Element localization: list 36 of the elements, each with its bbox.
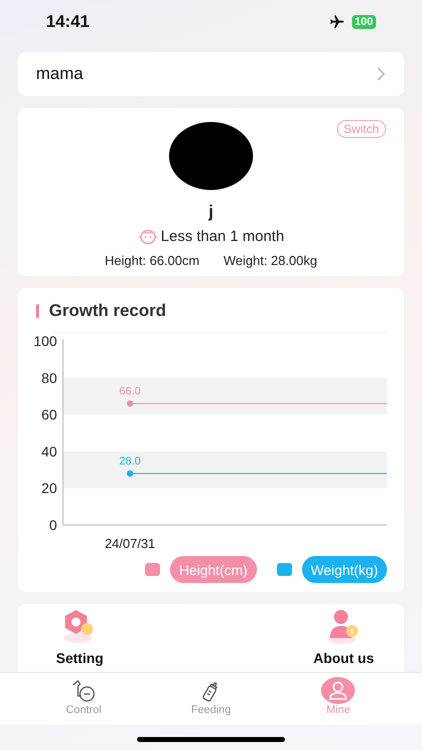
legend-swatch bbox=[145, 563, 160, 576]
tab[interactable]: Feeding bbox=[170, 677, 251, 725]
account-row[interactable]: mama bbox=[18, 52, 404, 96]
title-accent bbox=[36, 304, 39, 318]
y-tick-label: 40 bbox=[41, 443, 57, 460]
legend-swatch bbox=[276, 563, 292, 576]
section-title: Growth record bbox=[49, 301, 166, 321]
menu-label: About us bbox=[313, 650, 374, 666]
y-tick-label: 20 bbox=[41, 480, 57, 496]
battery-icon: 100 bbox=[352, 15, 376, 29]
data-point bbox=[126, 400, 134, 407]
age-text: Less than 1 month bbox=[160, 228, 284, 245]
y-tick-label: 0 bbox=[49, 517, 57, 533]
airplane-icon bbox=[328, 14, 346, 30]
menu-item[interactable]: Setting bbox=[56, 606, 104, 672]
height-text: Height: 66.00cm bbox=[104, 253, 200, 268]
data-label: 28.0 bbox=[119, 455, 141, 468]
x-tick-label: 24/07/31 bbox=[104, 536, 156, 551]
data-point bbox=[126, 470, 134, 477]
tab[interactable]: Mine bbox=[298, 677, 378, 725]
account-name: mama bbox=[36, 64, 84, 84]
data-label: 66.0 bbox=[119, 386, 141, 398]
y-tick-label: 60 bbox=[41, 406, 57, 423]
switch-button[interactable]: Switch bbox=[336, 120, 386, 138]
baby-name: j bbox=[208, 202, 214, 222]
y-tick-label: 80 bbox=[41, 370, 57, 386]
weight-text: Weight: 28.00kg bbox=[223, 253, 318, 268]
menu-item[interactable]: About us bbox=[313, 606, 374, 672]
chevron-right-icon bbox=[377, 67, 386, 81]
legend-toggle[interactable]: Weight(kg) bbox=[302, 556, 387, 583]
status-time: 14:41 bbox=[46, 12, 90, 32]
tab[interactable]: Control bbox=[44, 677, 124, 725]
legend-toggle[interactable]: Height(cm) bbox=[170, 556, 257, 583]
baby-face-icon bbox=[138, 228, 158, 244]
menu-label: Setting bbox=[56, 650, 104, 666]
y-tick-label: 100 bbox=[34, 333, 57, 349]
